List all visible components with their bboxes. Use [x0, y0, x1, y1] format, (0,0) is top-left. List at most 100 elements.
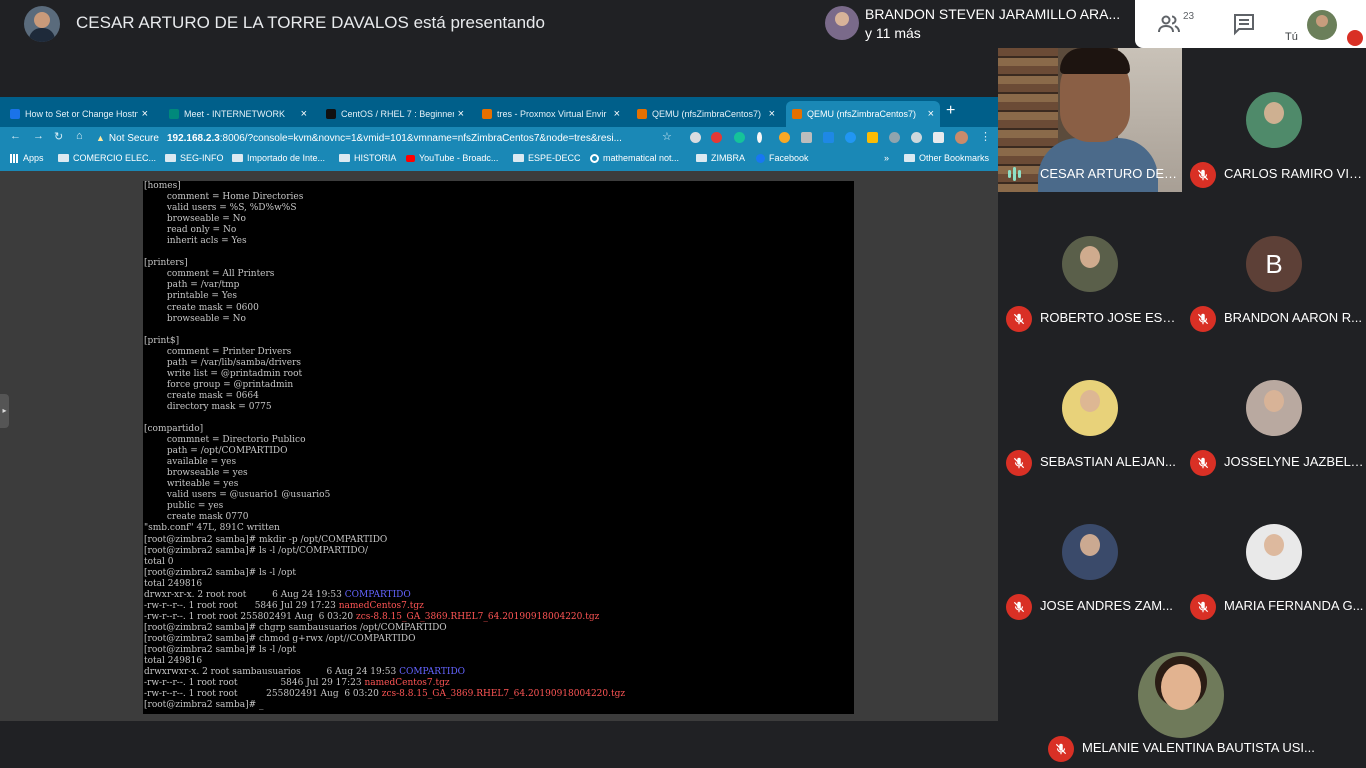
participant-tile[interactable]: B BRANDON AARON R... — [1182, 192, 1366, 336]
terminal-line: browseable = No — [144, 214, 854, 225]
other-bookmarks[interactable]: Other Bookmarks — [904, 153, 989, 163]
participant-tile[interactable]: JOSE ANDRES ZAM... — [998, 480, 1182, 624]
extension-icon[interactable] — [823, 132, 834, 143]
vm-console[interactable]: [homes] comment = Home Directories valid… — [143, 181, 854, 714]
participant-tile[interactable]: ROBERTO JOSE ESPI... — [998, 192, 1182, 336]
extension-icon[interactable] — [911, 132, 922, 143]
browser-tab[interactable]: How to Set or Change Hostn × — [4, 101, 154, 127]
home-icon[interactable]: ⌂ — [76, 130, 83, 142]
self-tile[interactable]: Tú — [1285, 4, 1365, 48]
bookmark-item[interactable]: ZIMBRA — [696, 153, 745, 163]
browser-tab[interactable]: QEMU (nfsZimbraCentos7) × — [631, 101, 781, 127]
active-speaker-box[interactable]: BRANDON STEVEN JARAMILLO ARA... y 11 más — [815, 0, 1135, 48]
browser-tab[interactable]: QEMU (nfsZimbraCentos7) × — [786, 101, 940, 127]
mic-off-icon — [1006, 594, 1032, 620]
star-icon[interactable]: ☆ — [662, 130, 672, 143]
presenter-label: CESAR ARTURO DE LA TORRE DAVALOS está pr… — [76, 13, 545, 32]
chat-button[interactable] — [1232, 12, 1256, 36]
terminal-text: inherit acls = Yes — [144, 236, 247, 247]
new-tab-button[interactable]: + — [946, 102, 955, 120]
extension-icon[interactable] — [889, 132, 900, 143]
extension-icon[interactable] — [779, 132, 790, 143]
bookmark-item[interactable]: ESPE-DECC — [513, 153, 581, 163]
terminal-line: [root@zimbra2 samba]# ls -l /opt — [144, 645, 854, 656]
bookmark-item[interactable]: Apps — [10, 153, 44, 163]
participant-tile[interactable]: SEBASTIAN ALEJAN... — [998, 336, 1182, 480]
extension-icon[interactable] — [711, 132, 722, 143]
terminal-text: COMPARTIDO — [399, 667, 466, 678]
participant-tile[interactable]: MELANIE VALENTINA BAUTISTA USI... — [1040, 624, 1324, 768]
close-icon[interactable]: × — [928, 108, 934, 120]
self-avatar — [1307, 10, 1337, 40]
browser-tab[interactable]: Meet - INTERNETWORK × — [163, 101, 313, 127]
people-count: 23 — [1183, 11, 1195, 22]
folder-icon — [165, 154, 176, 162]
url-field[interactable]: ▲ Not Secure 192.168.2.3:8006/?console=k… — [96, 129, 681, 147]
bookmark-item[interactable]: Importado de Inte... — [232, 153, 325, 163]
participant-video-tile[interactable]: CESAR ARTURO DE L... — [998, 48, 1182, 192]
extension-icon[interactable] — [757, 132, 762, 143]
bookmarks-more-icon[interactable]: » — [884, 153, 889, 163]
tab-title: tres - Proxmox Virtual Envir — [497, 109, 607, 119]
people-button[interactable]: 23 — [1157, 11, 1197, 36]
close-icon[interactable]: × — [142, 108, 148, 120]
chat-icon — [1234, 14, 1254, 36]
terminal-text: -rw-r--r--. 1 root root 255802491 Aug 6 … — [144, 611, 356, 622]
terminal-text: comment = Home Directories — [144, 192, 304, 203]
terminal-text: directory mask = 0775 — [144, 401, 272, 412]
reload-icon[interactable]: ↻ — [54, 130, 63, 143]
close-icon[interactable]: × — [614, 108, 620, 120]
terminal-text: [print$] — [144, 335, 180, 346]
close-icon[interactable]: × — [301, 108, 307, 120]
profile-icon[interactable] — [955, 131, 968, 144]
terminal-text: [printers] — [144, 258, 188, 269]
apps-icon — [10, 153, 19, 163]
novnc-side-handle[interactable]: ▸ — [0, 394, 9, 428]
participant-tile[interactable]: CARLOS RAMIRO VIL... — [1182, 48, 1366, 192]
bookmark-item[interactable]: COMERCIO ELEC... — [58, 153, 156, 163]
bookmark-item[interactable]: YouTube - Broadc... — [406, 153, 498, 163]
terminal-line: read only = No — [144, 225, 854, 236]
close-icon[interactable]: × — [769, 108, 775, 120]
bookmark-item[interactable]: HISTORIA — [339, 153, 396, 163]
extension-icon[interactable] — [867, 132, 878, 143]
bookmark-item[interactable]: Facebook — [756, 153, 809, 163]
terminal-line: valid users = @usuario1 @usuario5 — [144, 490, 854, 501]
bookmark-item[interactable]: mathematical not... — [590, 153, 679, 163]
extension-icon[interactable] — [690, 132, 701, 143]
terminal-text: COMPARTIDO — [344, 589, 411, 600]
close-icon[interactable]: × — [458, 108, 464, 120]
participant-name: ROBERTO JOSE ESPI... — [1040, 310, 1180, 325]
participant-avatar — [1246, 92, 1302, 148]
tab-favicon-icon — [792, 109, 802, 119]
bookmark-item[interactable]: SEG-INFO — [165, 153, 224, 163]
speaker-name: BRANDON STEVEN JARAMILLO ARA... — [865, 6, 1121, 22]
terminal-text: valid users = %S, %D%w%S — [144, 203, 297, 214]
puzzle-icon[interactable] — [933, 132, 944, 143]
browser-tab[interactable]: CentOS / RHEL 7 : Beginner × — [320, 101, 470, 127]
terminal-line: total 249816 — [144, 656, 854, 667]
terminal-line: comment = All Printers — [144, 269, 854, 280]
camera-icon[interactable] — [801, 132, 812, 143]
terminal-line: path = /var/tmp — [144, 280, 854, 291]
participant-avatar — [1062, 524, 1118, 580]
forward-icon[interactable]: → — [33, 130, 44, 142]
terminal-line: inherit acls = Yes — [144, 236, 854, 247]
browser-tab[interactable]: tres - Proxmox Virtual Envir × — [476, 101, 626, 127]
bookmark-label: Importado de Inte... — [247, 153, 326, 163]
participant-tile[interactable]: MARIA FERNANDA G... — [1182, 480, 1366, 624]
participant-tile[interactable]: JOSSELYNE JAZBEL ... — [1182, 336, 1366, 480]
menu-icon[interactable]: ⋮ — [980, 130, 991, 143]
back-icon[interactable]: ← — [10, 130, 21, 142]
participant-hair — [1060, 48, 1130, 74]
terminal-text: create mask = 0664 — [144, 390, 259, 401]
terminal-text: writeable = yes — [144, 479, 239, 490]
terminal-text: namedCentos7.tgz — [364, 678, 450, 689]
extension-icon[interactable] — [845, 132, 856, 143]
terminal-text: available = yes — [144, 457, 237, 468]
grammarly-icon[interactable] — [734, 132, 745, 143]
terminal-line: [print$] — [144, 336, 854, 347]
terminal-line: directory mask = 0775 — [144, 402, 854, 413]
participant-name: MELANIE VALENTINA BAUTISTA USI... — [1082, 740, 1315, 755]
